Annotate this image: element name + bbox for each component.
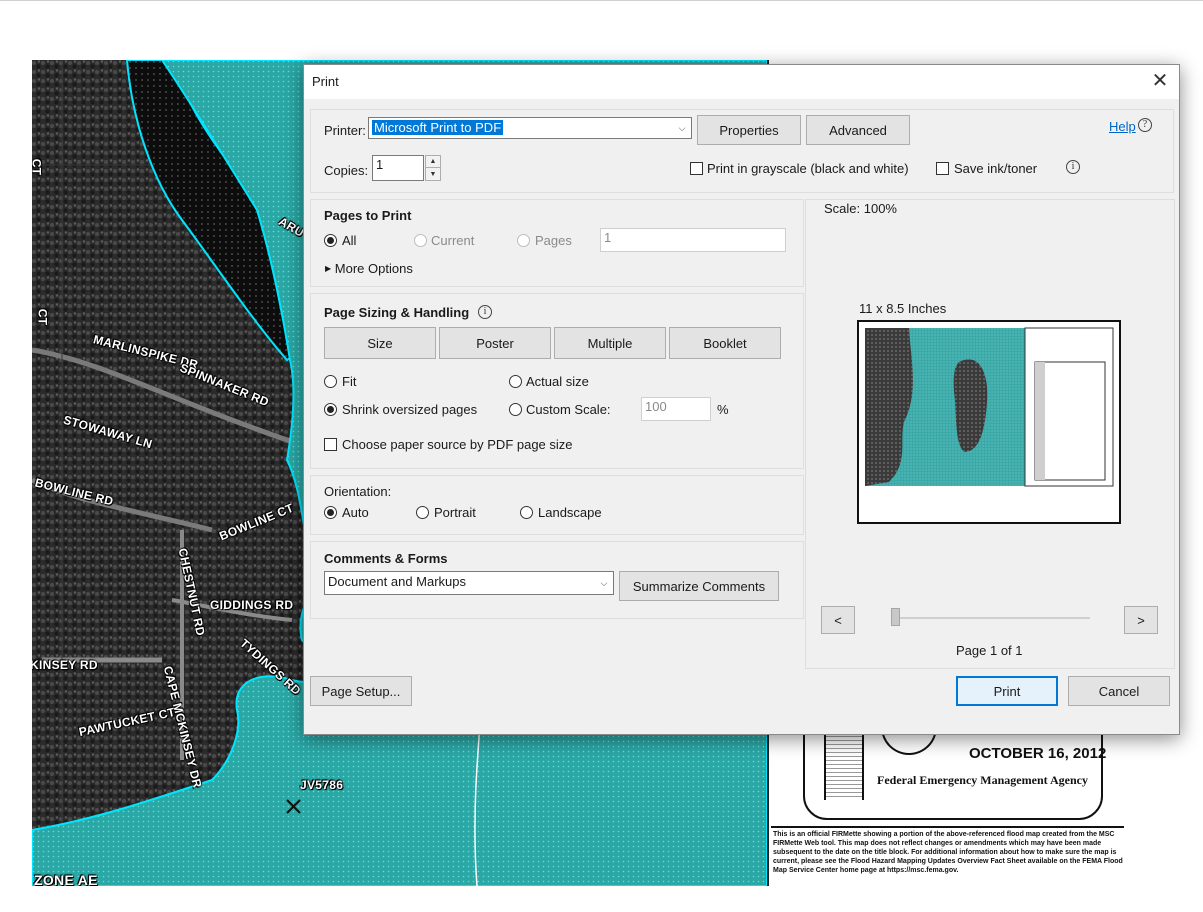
map-label: CT — [35, 308, 50, 326]
page-sizing-title: Page Sizing & Handling — [324, 305, 470, 320]
map-label: ZONE AE — [34, 872, 98, 886]
comments-forms-value: Document and Markups — [328, 574, 467, 589]
comments-forms-title: Comments & Forms — [324, 551, 448, 566]
orientation-landscape-radio[interactable] — [520, 506, 533, 519]
more-options-expander[interactable]: ▶ More Options — [325, 261, 413, 276]
paper-source-label[interactable]: Choose paper source by PDF page size — [342, 437, 573, 452]
next-page-button[interactable]: > — [1124, 606, 1158, 634]
pages-range-label[interactable]: Pages — [535, 233, 572, 248]
custom-scale-input[interactable]: 100 — [641, 397, 711, 421]
copies-input[interactable]: 1 — [372, 155, 424, 181]
preview-thumbnail — [865, 327, 1114, 487]
copies-label: Copies: — [324, 163, 369, 178]
custom-scale-radio[interactable] — [509, 403, 522, 416]
printer-label: Printer: — [324, 123, 366, 138]
pages-current-radio[interactable] — [414, 234, 427, 247]
pages-range-input[interactable]: 1 — [600, 228, 786, 252]
dialog-title: Print — [312, 74, 339, 89]
page-slider-track[interactable] — [900, 617, 1090, 619]
advanced-button[interactable]: Advanced — [806, 115, 910, 145]
info-icon[interactable]: i — [478, 305, 492, 319]
printer-select[interactable]: Microsoft Print to PDF ⌵ — [368, 117, 692, 139]
booklet-button[interactable]: Booklet — [669, 327, 781, 359]
page-preview — [857, 320, 1121, 524]
pages-all-radio[interactable] — [324, 234, 337, 247]
stepper-down-icon[interactable]: ▼ — [426, 168, 440, 180]
print-button[interactable]: Print — [956, 676, 1058, 706]
page-slider-thumb[interactable] — [891, 608, 900, 626]
shrink-oversized-radio[interactable] — [324, 403, 337, 416]
chevron-down-icon: ⌵ — [600, 577, 608, 588]
copies-stepper[interactable]: ▲ ▼ — [425, 155, 441, 181]
properties-button[interactable]: Properties — [697, 115, 801, 145]
firmette-disclaimer: This is an official FIRMette showing a p… — [771, 826, 1124, 875]
save-ink-label[interactable]: Save ink/toner — [954, 161, 1037, 176]
help-link[interactable]: Help — [1109, 119, 1136, 134]
multiple-button[interactable]: Multiple — [554, 327, 666, 359]
size-button[interactable]: Size — [324, 327, 436, 359]
percent-sign: % — [717, 402, 729, 417]
orientation-auto-radio[interactable] — [324, 506, 337, 519]
fit-radio[interactable] — [324, 375, 337, 388]
close-icon[interactable]: ✕ — [1147, 69, 1173, 93]
shrink-oversized-label[interactable]: Shrink oversized pages — [342, 402, 477, 417]
prev-page-button[interactable]: < — [821, 606, 855, 634]
top-rule — [0, 0, 1203, 1]
page-indicator: Page 1 of 1 — [956, 643, 1023, 658]
stepper-up-icon[interactable]: ▲ — [426, 156, 440, 168]
comments-forms-select[interactable]: Document and Markups ⌵ — [324, 571, 614, 595]
more-options-label: More Options — [334, 261, 413, 276]
pages-range-radio[interactable] — [517, 234, 530, 247]
orientation-landscape-label[interactable]: Landscape — [538, 505, 602, 520]
custom-scale-label[interactable]: Custom Scale: — [526, 402, 611, 417]
summarize-comments-button[interactable]: Summarize Comments — [619, 571, 779, 601]
help-icon[interactable]: ? — [1138, 118, 1152, 132]
effective-date: OCTOBER 16, 2012 — [969, 745, 1107, 762]
print-dialog: Print ✕ Printer: Microsoft Print to PDF … — [303, 64, 1180, 735]
orientation-auto-label[interactable]: Auto — [342, 505, 369, 520]
dialog-titlebar: Print ✕ — [304, 65, 1179, 99]
actual-size-radio[interactable] — [509, 375, 522, 388]
agency-name: Federal Emergency Management Agency — [877, 773, 1088, 787]
chevron-down-icon: ⌵ — [678, 122, 686, 133]
cancel-button[interactable]: Cancel — [1068, 676, 1170, 706]
pages-to-print-title: Pages to Print — [324, 208, 412, 223]
printer-select-value: Microsoft Print to PDF — [372, 120, 504, 135]
info-icon[interactable]: i — [1066, 160, 1080, 174]
map-label: CT — [32, 158, 44, 176]
map-label: JV5786 — [300, 778, 344, 792]
grayscale-label[interactable]: Print in grayscale (black and white) — [707, 161, 909, 176]
actual-size-label[interactable]: Actual size — [526, 374, 589, 389]
orientation-portrait-label[interactable]: Portrait — [434, 505, 476, 520]
pages-all-label[interactable]: All — [342, 233, 356, 248]
map-label: KINSEY RD — [32, 658, 98, 672]
save-ink-checkbox[interactable] — [936, 162, 949, 175]
triangle-right-icon: ▶ — [325, 264, 332, 273]
orientation-portrait-radio[interactable] — [416, 506, 429, 519]
paper-source-checkbox[interactable] — [324, 438, 337, 451]
poster-button[interactable]: Poster — [439, 327, 551, 359]
grayscale-checkbox[interactable] — [690, 162, 703, 175]
pages-current-label[interactable]: Current — [431, 233, 474, 248]
page-setup-button[interactable]: Page Setup... — [310, 676, 412, 706]
scale-label: Scale: 100% — [824, 201, 897, 216]
orientation-title: Orientation: — [324, 484, 392, 499]
paper-size-label: 11 x 8.5 Inches — [859, 301, 947, 316]
fit-label[interactable]: Fit — [342, 374, 356, 389]
map-label: GIDDINGS RD — [210, 598, 294, 612]
